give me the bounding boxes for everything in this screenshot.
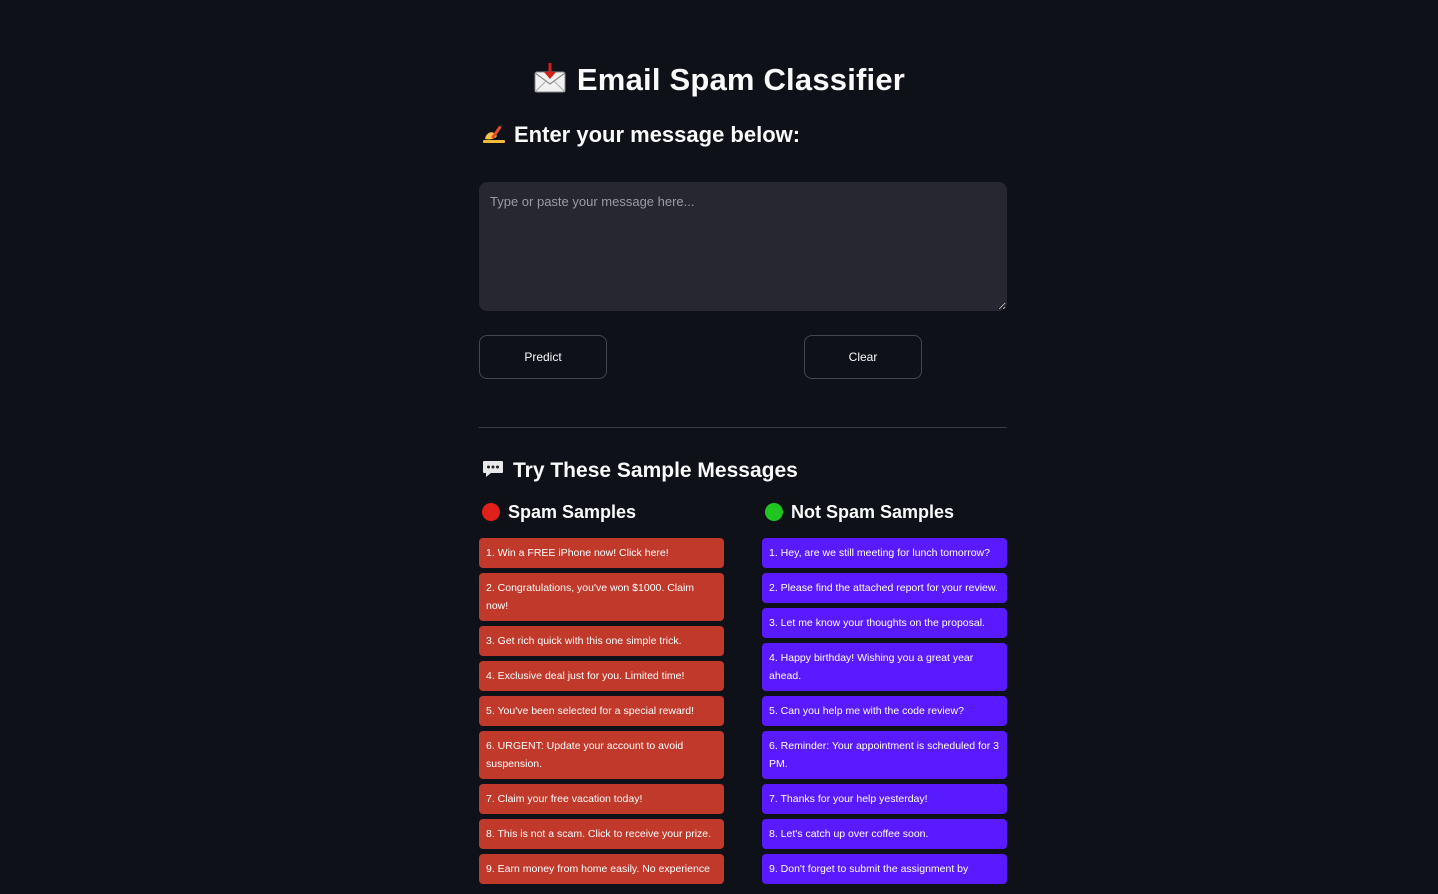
app-page: Email Spam Classifier Enter your message…: [0, 0, 1438, 894]
green-circle-icon: [765, 503, 783, 521]
spam-samples-heading-text: Spam Samples: [508, 502, 637, 522]
speech-balloon-icon: [482, 459, 504, 485]
writing-hand-icon: [482, 123, 506, 151]
not-spam-sample-button[interactable]: 5. Can you help me with the code review?: [762, 696, 1007, 726]
message-input[interactable]: [479, 182, 1007, 311]
not-spam-sample-list: 1. Hey, are we still meeting for lunch t…: [762, 538, 1007, 889]
not-spam-samples-heading: Not Spam Samples: [765, 502, 954, 523]
page-title-row: Email Spam Classifier: [0, 62, 1438, 102]
not-spam-sample-button[interactable]: 9. Don't forget to submit the assignment…: [762, 854, 1007, 884]
not-spam-sample-button[interactable]: 2. Please find the attached report for y…: [762, 573, 1007, 603]
spam-samples-heading: Spam Samples: [482, 502, 636, 523]
red-circle-icon: [482, 503, 500, 521]
not-spam-sample-button[interactable]: 3. Let me know your thoughts on the prop…: [762, 608, 1007, 638]
not-spam-sample-button[interactable]: 4. Happy birthday! Wishing you a great y…: [762, 643, 1007, 691]
not-spam-sample-button[interactable]: 6. Reminder: Your appointment is schedul…: [762, 731, 1007, 779]
not-spam-samples-heading-text: Not Spam Samples: [791, 502, 955, 522]
spam-sample-button[interactable]: 5. You've been selected for a special re…: [479, 696, 724, 726]
page-title: Email Spam Classifier: [576, 62, 906, 97]
samples-heading: Try These Sample Messages: [482, 459, 798, 485]
not-spam-sample-button[interactable]: 8. Let's catch up over coffee soon.: [762, 819, 1007, 849]
not-spam-sample-button[interactable]: 7. Thanks for your help yesterday!: [762, 784, 1007, 814]
envelope-with-arrow-icon: [533, 62, 567, 102]
spam-sample-button[interactable]: 8. This is not a scam. Click to receive …: [479, 819, 724, 849]
predict-button[interactable]: Predict: [479, 335, 607, 379]
spam-sample-button[interactable]: 9. Earn money from home easily. No exper…: [479, 854, 724, 884]
spam-sample-button[interactable]: 3. Get rich quick with this one simple t…: [479, 626, 724, 656]
not-spam-sample-button[interactable]: 1. Hey, are we still meeting for lunch t…: [762, 538, 1007, 568]
input-heading-text: Enter your message below:: [514, 122, 801, 147]
samples-heading-text: Try These Sample Messages: [513, 459, 798, 482]
spam-sample-button[interactable]: 2. Congratulations, you've won $1000. Cl…: [479, 573, 724, 621]
spam-sample-list: 1. Win a FREE iPhone now! Click here! 2.…: [479, 538, 724, 889]
input-heading: Enter your message below:: [482, 122, 800, 151]
clear-button[interactable]: Clear: [804, 335, 922, 379]
divider: [479, 427, 1007, 428]
spam-sample-button[interactable]: 1. Win a FREE iPhone now! Click here!: [479, 538, 724, 568]
spam-sample-button[interactable]: 6. URGENT: Update your account to avoid …: [479, 731, 724, 779]
spam-sample-button[interactable]: 7. Claim your free vacation today!: [479, 784, 724, 814]
spam-sample-button[interactable]: 4. Exclusive deal just for you. Limited …: [479, 661, 724, 691]
